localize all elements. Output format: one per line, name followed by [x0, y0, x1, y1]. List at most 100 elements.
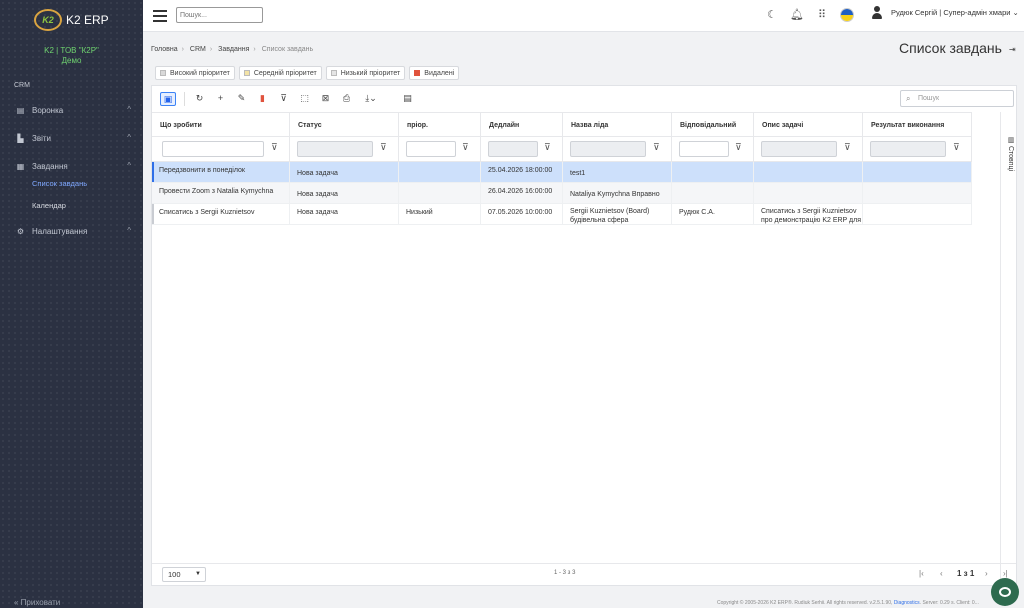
chat-button[interactable] [991, 578, 1019, 606]
sidebar-item-settings[interactable]: ⚙ Налаштування ^ [0, 224, 143, 238]
col-header-lead[interactable]: Назва ліда [563, 113, 672, 138]
breadcrumb-tasks[interactable]: Завдання [218, 46, 249, 53]
filter-input[interactable] [679, 141, 729, 157]
filter-input[interactable] [406, 141, 456, 157]
filter-icon[interactable]: ⊽ [953, 142, 960, 153]
page-size-select[interactable]: 100 ▼ [162, 567, 206, 582]
chip-deleted[interactable]: Видалені [409, 66, 460, 80]
filter-icon[interactable]: ⊽ [271, 142, 278, 153]
deselect-icon[interactable]: ⊠ [319, 92, 332, 105]
search-input[interactable] [176, 7, 263, 23]
grid-search-input[interactable]: ⌕ Пошук [900, 90, 1014, 107]
filter-cell-owner: ⊽ [672, 137, 754, 162]
print-icon[interactable]: ⎙ [340, 92, 353, 105]
filter-icon[interactable]: ⊽ [735, 142, 742, 153]
apps-grid-icon[interactable]: ⠿ [815, 8, 829, 22]
breadcrumb: Головна › CRM › Завдання › Список завдань [151, 46, 314, 53]
user-menu[interactable]: Рудюк Сергій | Супер-адмін хмари ⌄ [891, 8, 1019, 17]
table-row[interactable]: Передзвонити в понеділок Нова задача 25.… [152, 162, 972, 183]
k2-logo-icon: K2 [34, 9, 62, 31]
cell-status: Нова задача [290, 183, 399, 203]
logo[interactable]: K2 K2 ERP [0, 0, 143, 40]
select-all-icon[interactable]: ⬚ [298, 92, 311, 105]
user-icon[interactable] [871, 6, 883, 20]
ukraine-flag-icon[interactable] [840, 8, 854, 22]
cell-owner [672, 162, 754, 182]
last-page-icon[interactable]: ›| [1003, 569, 1008, 578]
sidebar-subitem-calendar[interactable]: Календар [0, 199, 143, 212]
chip-low-priority[interactable]: Низький пріоритет [325, 66, 406, 80]
cell-deadline: 07.05.2026 10:00:00 [481, 204, 563, 224]
chat-icon [999, 587, 1011, 597]
col-header-priority[interactable]: пріор. [399, 113, 481, 138]
chevron-up-icon: ^ [127, 161, 131, 170]
sidebar-item-funnel[interactable]: ▤ Воронка ^ [0, 103, 143, 117]
col-header-deadline[interactable]: Дедлайн [481, 113, 563, 138]
filter-icon[interactable]: ⊽ [653, 142, 660, 153]
col-header-status[interactable]: Статус [290, 113, 399, 138]
app-name: K2 ERP [66, 13, 109, 27]
grid-toolbar: ▣ ↻ + ✎ ▮ ⊽ ⬚ ⊠ ⎙ ⤓⌄ ▤ ⌕ Пошук [152, 86, 1016, 112]
moon-icon[interactable]: ☾ [765, 8, 779, 22]
col-header-todo[interactable]: Що зробити [152, 113, 290, 138]
breadcrumb-home[interactable]: Головна [151, 46, 178, 53]
calendar-icon: ▦ [16, 161, 25, 171]
add-icon[interactable]: + [214, 92, 227, 105]
collapse-sidebar-button[interactable]: « Приховати [14, 598, 60, 608]
sidebar-item-tasks[interactable]: ▦ Завдання ^ [0, 159, 143, 173]
footer-text: Copyright © 2005-2026 K2 ERP®. Rudiuk Se… [717, 600, 893, 606]
task-grid-panel: ▣ ↻ + ✎ ▮ ⊽ ⬚ ⊠ ⎙ ⤓⌄ ▤ ⌕ Пошук Що зробит… [151, 85, 1018, 587]
sidebar-item-reports[interactable]: ▙ Звіти ^ [0, 131, 143, 145]
columns-side-tab[interactable]: ▥ Стовпці [1004, 132, 1018, 172]
col-header-description[interactable]: Опис задачі [754, 113, 863, 138]
first-page-icon[interactable]: |‹ [919, 569, 924, 578]
filter-input[interactable] [297, 141, 373, 157]
filter-input[interactable] [870, 141, 946, 157]
bell-icon[interactable]: 🔔︎ [790, 8, 804, 22]
table-row[interactable]: Списатись з Sergii Kuznietsov Нова задач… [152, 204, 972, 225]
sidebar-item-label: Звіти [32, 133, 51, 143]
filter-icon[interactable]: ⊽ [844, 142, 851, 153]
prev-page-icon[interactable]: ‹ [940, 569, 943, 578]
pin-icon[interactable]: ⇥ [1009, 45, 1016, 54]
document-icon: ▤ [16, 105, 25, 115]
refresh-icon[interactable]: ↻ [193, 92, 206, 105]
col-header-result[interactable]: Результат виконання [863, 113, 972, 138]
filter-input[interactable] [488, 141, 538, 157]
chip-high-priority[interactable]: Високий пріоритет [155, 66, 235, 80]
sidebar-section-crm: CRM [14, 82, 30, 89]
page-title: Список завдань [899, 40, 1002, 56]
priority-filters: Високий пріоритет Середній пріоритет Низ… [155, 66, 460, 80]
grid-search-placeholder: Пошук [918, 95, 940, 102]
card-view-icon[interactable]: ▣ [160, 92, 176, 106]
export-icon[interactable]: ⤓⌄ [361, 92, 381, 105]
sidebar-subitem-task-list[interactable]: Список завдань [0, 177, 143, 190]
menu-icon[interactable] [153, 10, 167, 22]
pager: 100 ▼ 1 - 3 з 3 |‹ ‹ 1 з 1 › ›| [152, 563, 1016, 585]
cell-status: Нова задача [290, 162, 399, 182]
company-mode: Демо [61, 56, 82, 65]
filter-icon[interactable]: ⊽ [380, 142, 387, 153]
diagnostics-link[interactable]: Diagnostics [894, 600, 920, 606]
filter-icon[interactable]: ⊽ [462, 142, 469, 153]
cell-todo: Списатись з Sergii Kuznietsov [152, 204, 290, 224]
edit-icon[interactable]: ✎ [235, 92, 248, 105]
filter-input[interactable] [570, 141, 646, 157]
table-row[interactable]: Провести Zoom з Natalia Kymychna Нова за… [152, 183, 972, 204]
clear-filter-icon[interactable]: ⊽ [277, 92, 290, 105]
cell-description [754, 183, 863, 203]
chevron-down-icon: ⌄ [1012, 8, 1019, 17]
filter-input[interactable] [761, 141, 837, 157]
chip-medium-priority[interactable]: Середній пріоритет [238, 66, 322, 80]
next-page-icon[interactable]: › [985, 569, 988, 578]
breadcrumb-crm[interactable]: CRM [190, 46, 206, 53]
cell-status: Нова задача [290, 204, 399, 224]
sidebar-item-label: Воронка [32, 105, 64, 115]
cell-lead: test1 [563, 162, 672, 182]
filter-input[interactable] [162, 141, 264, 157]
col-header-owner[interactable]: Відповідальний [672, 113, 754, 138]
company-info[interactable]: K2 | ТОВ "К2Р" Демо [0, 46, 143, 66]
filter-icon[interactable]: ⊽ [544, 142, 551, 153]
pdf-icon[interactable]: ▤ [401, 92, 414, 105]
delete-icon[interactable]: ▮ [256, 92, 269, 105]
